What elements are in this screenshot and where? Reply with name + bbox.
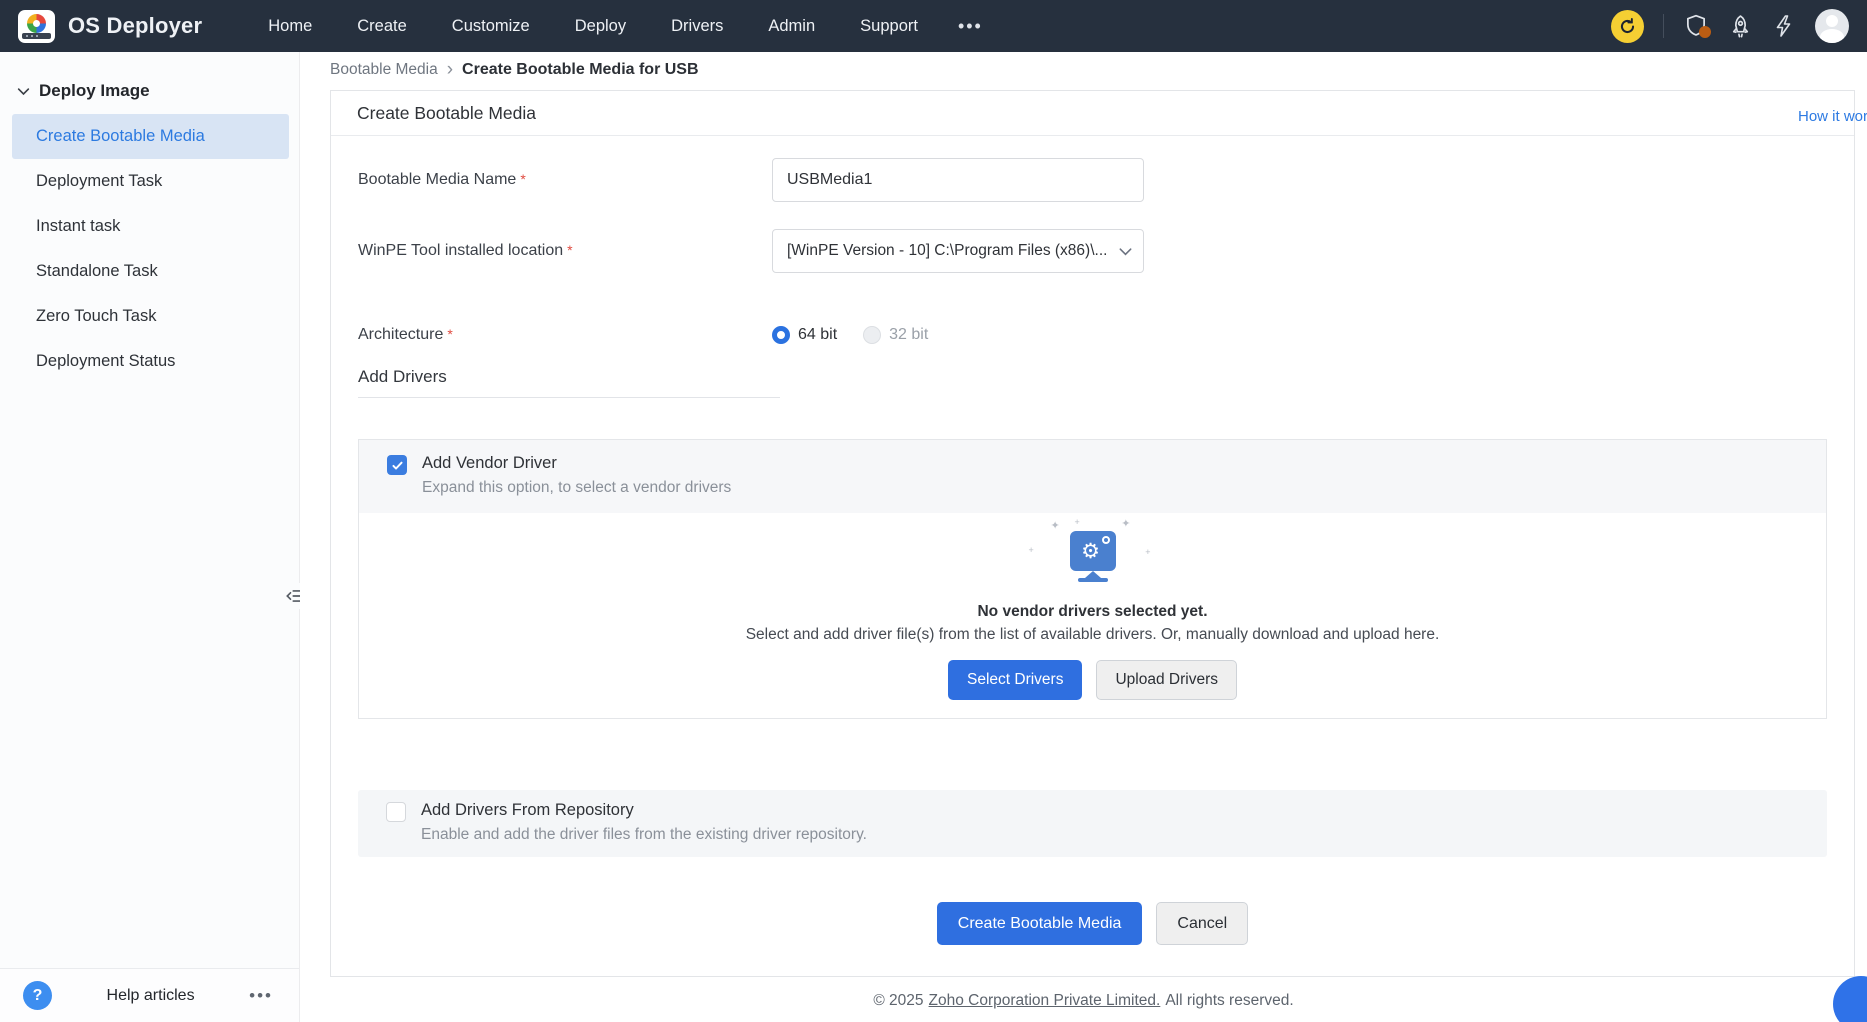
architecture-label: Architecture* [331,326,772,344]
nav-item-home[interactable]: Home [268,17,312,36]
nav-item-create[interactable]: Create [357,17,407,36]
required-mark: * [567,242,572,258]
winpe-location-label: WinPE Tool installed location* [331,242,772,260]
copyright-prefix: © 2025 [873,992,923,1010]
cancel-button[interactable]: Cancel [1156,902,1248,945]
sidebar-item-zero-touch-task[interactable]: Zero Touch Task [12,294,289,339]
app-window: OS Deployer Home Create Customize Deploy… [0,0,1867,1022]
chevron-down-icon [17,85,30,98]
nav-item-deploy[interactable]: Deploy [575,17,626,36]
check-icon [391,459,404,472]
add-drivers-from-repository-card: Add Drivers From Repository Enable and a… [358,790,1827,857]
zoho-corporation-link[interactable]: Zoho Corporation Private Limited. [929,992,1161,1010]
add-drivers-section-title: Add Drivers [358,367,1854,387]
sidebar-more-icon[interactable]: ••• [249,986,273,1006]
nav-item-customize[interactable]: Customize [452,17,530,36]
create-bootable-media-button[interactable]: Create Bootable Media [937,902,1143,945]
create-bootable-media-panel: Create Bootable Media Bootable Media Nam… [330,90,1855,977]
add-vendor-driver-checkbox[interactable] [387,455,407,475]
upload-drivers-button[interactable]: Upload Drivers [1096,660,1237,701]
gear-icon: ⚙ [1081,541,1100,562]
add-drivers-from-repository-label: Add Drivers From Repository [421,801,867,820]
no-drivers-illustration-icon: ✦ + ✦ + + ⚙ [1033,531,1153,589]
refresh-icon[interactable] [1611,10,1644,43]
rocket-icon[interactable] [1728,14,1753,39]
required-mark: * [447,326,452,342]
panel-title: Create Bootable Media [331,91,1854,136]
required-mark: * [520,171,525,187]
sidebar-item-instant-task[interactable]: Instant task [12,204,289,249]
sidebar-footer: ? Help articles ••• [0,968,299,1022]
os-deployer-logo-icon[interactable] [18,10,55,43]
nav-item-support[interactable]: Support [860,17,918,36]
add-vendor-driver-label: Add Vendor Driver [422,454,731,473]
how-it-works-link[interactable]: How it works [1798,108,1867,125]
select-drivers-button[interactable]: Select Drivers [948,660,1082,701]
chevron-down-icon [1118,244,1133,259]
top-navigation-bar: OS Deployer Home Create Customize Deploy… [0,0,1867,52]
add-vendor-driver-description: Expand this option, to select a vendor d… [422,479,731,497]
copyright-suffix: All rights reserved. [1165,992,1293,1010]
architecture-radio-group: 64 bit 32 bit [772,326,928,344]
bootable-media-name-input[interactable] [772,158,1144,202]
sidebar-section-label: Deploy Image [39,81,150,101]
footer: © 2025 Zoho Corporation Private Limited.… [300,977,1867,1022]
section-divider [358,397,780,398]
notification-dot [1699,26,1711,38]
breadcrumb-bootable-media[interactable]: Bootable Media [330,61,438,79]
user-avatar[interactable] [1815,9,1849,43]
help-articles-link[interactable]: Help articles [52,987,249,1005]
sidebar-section-deploy-image[interactable]: Deploy Image [0,78,299,104]
nav-item-admin[interactable]: Admin [768,17,815,36]
add-drivers-from-repository-checkbox[interactable] [386,802,406,822]
sidebar-item-standalone-task[interactable]: Standalone Task [12,249,289,294]
winpe-location-select[interactable]: [WinPE Version - 10] C:\Program Files (x… [772,229,1144,273]
sidebar: Deploy Image Create Bootable Media Deplo… [0,52,300,1022]
nav-overflow-icon[interactable]: ••• [958,16,983,37]
sidebar-item-create-bootable-media[interactable]: Create Bootable Media [12,114,289,159]
radio-64-bit[interactable]: 64 bit [772,326,837,344]
breadcrumb-current: Create Bootable Media for USB [462,61,698,79]
app-title: OS Deployer [68,13,202,39]
lightning-icon[interactable] [1772,14,1796,38]
breadcrumb-chevron-icon: › [447,60,453,79]
winpe-selected-value: [WinPE Version - 10] C:\Program Files (x… [787,242,1118,260]
radio-32-bit[interactable]: 32 bit [863,326,928,344]
help-icon[interactable]: ? [23,981,52,1010]
bootable-media-name-label: Bootable Media Name* [331,171,772,189]
add-vendor-driver-card: Add Vendor Driver Expand this option, to… [358,439,1827,719]
topbar-divider [1663,14,1664,38]
sidebar-item-deployment-task[interactable]: Deployment Task [12,159,289,204]
radio-selected-icon [772,326,790,344]
add-drivers-from-repository-description: Enable and add the driver files from the… [421,826,867,844]
empty-state-title: No vendor drivers selected yet. [977,603,1207,621]
vendor-drivers-empty-state: ✦ + ✦ + + ⚙ No vendor driv [359,513,1826,718]
radio-unselected-icon [863,326,881,344]
security-shield-icon[interactable] [1683,13,1709,39]
nav-item-drivers[interactable]: Drivers [671,17,723,36]
main-content: Bootable Media › Create Bootable Media f… [300,52,1867,1022]
main-nav: Home Create Customize Deploy Drivers Adm… [268,17,918,36]
empty-state-description: Select and add driver file(s) from the l… [746,626,1440,644]
sidebar-item-deployment-status[interactable]: Deployment Status [12,339,289,384]
breadcrumb: Bootable Media › Create Bootable Media f… [300,52,1867,88]
